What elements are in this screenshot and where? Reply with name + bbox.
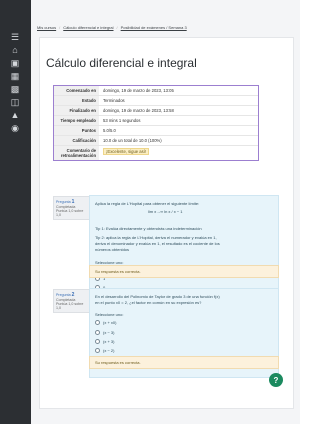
folder-icon[interactable]: ▣ — [9, 57, 21, 69]
question-2-feedback: Su respuesta es correcta. — [89, 356, 279, 369]
answer-option[interactable]: (x + x0) — [95, 320, 116, 325]
breadcrumb-section[interactable]: Posibilidad de exámenes / Semana 3 — [121, 25, 187, 30]
summary-value: 5.0/5.0 — [103, 128, 116, 133]
breadcrumb-separator: / — [59, 25, 61, 30]
calendar-icon[interactable]: ▦ — [9, 70, 21, 82]
book-icon[interactable]: ◫ — [9, 96, 21, 108]
answer-option[interactable]: (x + 3) — [95, 339, 114, 344]
page-title: Cálculo diferencial e integral — [46, 56, 197, 70]
question-label: Pregunta — [56, 293, 71, 297]
summary-row-feedback: Comentario de retroalimentación ¡Excelent… — [54, 146, 258, 160]
summary-row-time: Tiempo empleado 53 mins 1 segundos — [54, 116, 258, 126]
question-prompt-line-2: en el punto x0 = 2, ¿el factor en común … — [95, 300, 202, 305]
sidebar: ☰ ⌂ ▣ ▦ ▩ ◫ ▲ ◉ — [0, 0, 31, 424]
answer-option[interactable]: (x − 3) — [95, 330, 114, 335]
summary-row-started: Comenzado en domingo, 19 de marzo de 2023… — [54, 86, 258, 96]
option-label: (x − 3) — [103, 330, 115, 335]
question-points: Puntúa 1,0 sobre 1,0 — [56, 209, 84, 217]
summary-label: Comenzado en — [54, 86, 99, 95]
summary-label: Tiempo empleado — [54, 116, 99, 125]
summary-value: domingo, 19 de marzo de 2023, 13:05 — [103, 88, 174, 93]
breadcrumb-course[interactable]: Cálculo diferencial e integral — [63, 25, 113, 30]
option-label: (x + 3) — [103, 339, 115, 344]
question-points: Puntúa 1,0 sobre 1,0 — [56, 302, 84, 310]
grid-icon[interactable]: ▩ — [9, 83, 21, 95]
limit-expression: lim x→∞ ln x / x − 1 — [148, 209, 183, 214]
summary-label: Estado — [54, 96, 99, 105]
question-prompt-line-1: En el desarrollo del Polinomio de Taylor… — [95, 294, 220, 299]
summary-value: 53 mins 1 segundos — [103, 118, 141, 123]
summary-row-grade: Calificación 10.0 de un total de 10.0 (10… — [54, 136, 258, 146]
feedback-text: Su respuesta es correcta. — [95, 360, 141, 365]
question-1-feedback: Su respuesta es correcta. — [89, 265, 279, 278]
question-label: Pregunta — [56, 200, 71, 204]
summary-label: Comentario de retroalimentación — [54, 146, 99, 160]
question-prompt: Aplica la regla de L'Hopital para obtene… — [95, 201, 200, 206]
summary-label: Puntos — [54, 126, 99, 135]
quiz-review-card: Cálculo diferencial e integral Comenzado… — [39, 37, 294, 409]
radio-button[interactable] — [95, 348, 100, 353]
radio-button[interactable] — [95, 320, 100, 325]
globe-icon[interactable]: ◉ — [9, 122, 21, 134]
tip-2-line-1: Tip 2: aplica la regla de L'Hopital, der… — [95, 235, 217, 240]
feedback-chip: ¡Excelente, sigue así! — [103, 148, 150, 155]
summary-value: Terminados — [103, 98, 125, 103]
breadcrumb-home[interactable]: Mis cursos — [37, 25, 56, 30]
summary-row-points: Puntos 5.0/5.0 — [54, 126, 258, 136]
summary-value: ¡Excelente, sigue así! — [99, 146, 258, 160]
summary-value: 10.0 de un total de 10.0 (100%) — [103, 138, 162, 143]
help-button[interactable]: ? — [269, 373, 283, 387]
radio-button[interactable] — [95, 330, 100, 335]
summary-row-state: Estado Terminados — [54, 96, 258, 106]
main-content: Mis cursos / Cálculo diferencial e integra… — [31, 0, 300, 424]
feedback-text: Su respuesta es correcta. — [95, 269, 141, 274]
option-label: (x + x0) — [103, 320, 117, 325]
home-icon[interactable]: ⌂ — [9, 44, 21, 56]
summary-label: Finalizado en — [54, 106, 99, 115]
tip-1: Tip 1: Evalúa directamente y obtendrás u… — [95, 226, 202, 231]
menu-icon[interactable]: ☰ — [9, 31, 21, 43]
summary-value: domingo, 19 de marzo de 2023, 13:58 — [103, 108, 174, 113]
radio-button[interactable] — [95, 339, 100, 344]
tip-2-line-2: deriva el denominador y evalúa en 1, el … — [95, 241, 220, 246]
tip-2-line-3: números obtenidos — [95, 247, 130, 252]
breadcrumb: Mis cursos / Cálculo diferencial e integra… — [31, 25, 306, 30]
summary-row-finished: Finalizado en domingo, 19 de marzo de 202… — [54, 106, 258, 116]
answer-option[interactable]: (x − 2) — [95, 348, 114, 353]
question-2-info: Pregunta 2 Completada Puntúa 1,0 sobre 1… — [53, 289, 91, 313]
select-prompt: Seleccione uno: — [95, 312, 124, 317]
bookmark-icon[interactable]: ▲ — [9, 109, 21, 121]
question-1-info: Pregunta 1 Completada Puntúa 1,0 sobre 1… — [53, 196, 91, 220]
attempt-summary-table: Comenzado en domingo, 19 de marzo de 2023… — [53, 85, 259, 161]
option-label: (x − 2) — [103, 348, 115, 353]
summary-label: Calificación — [54, 136, 99, 145]
breadcrumb-separator: / — [116, 25, 118, 30]
